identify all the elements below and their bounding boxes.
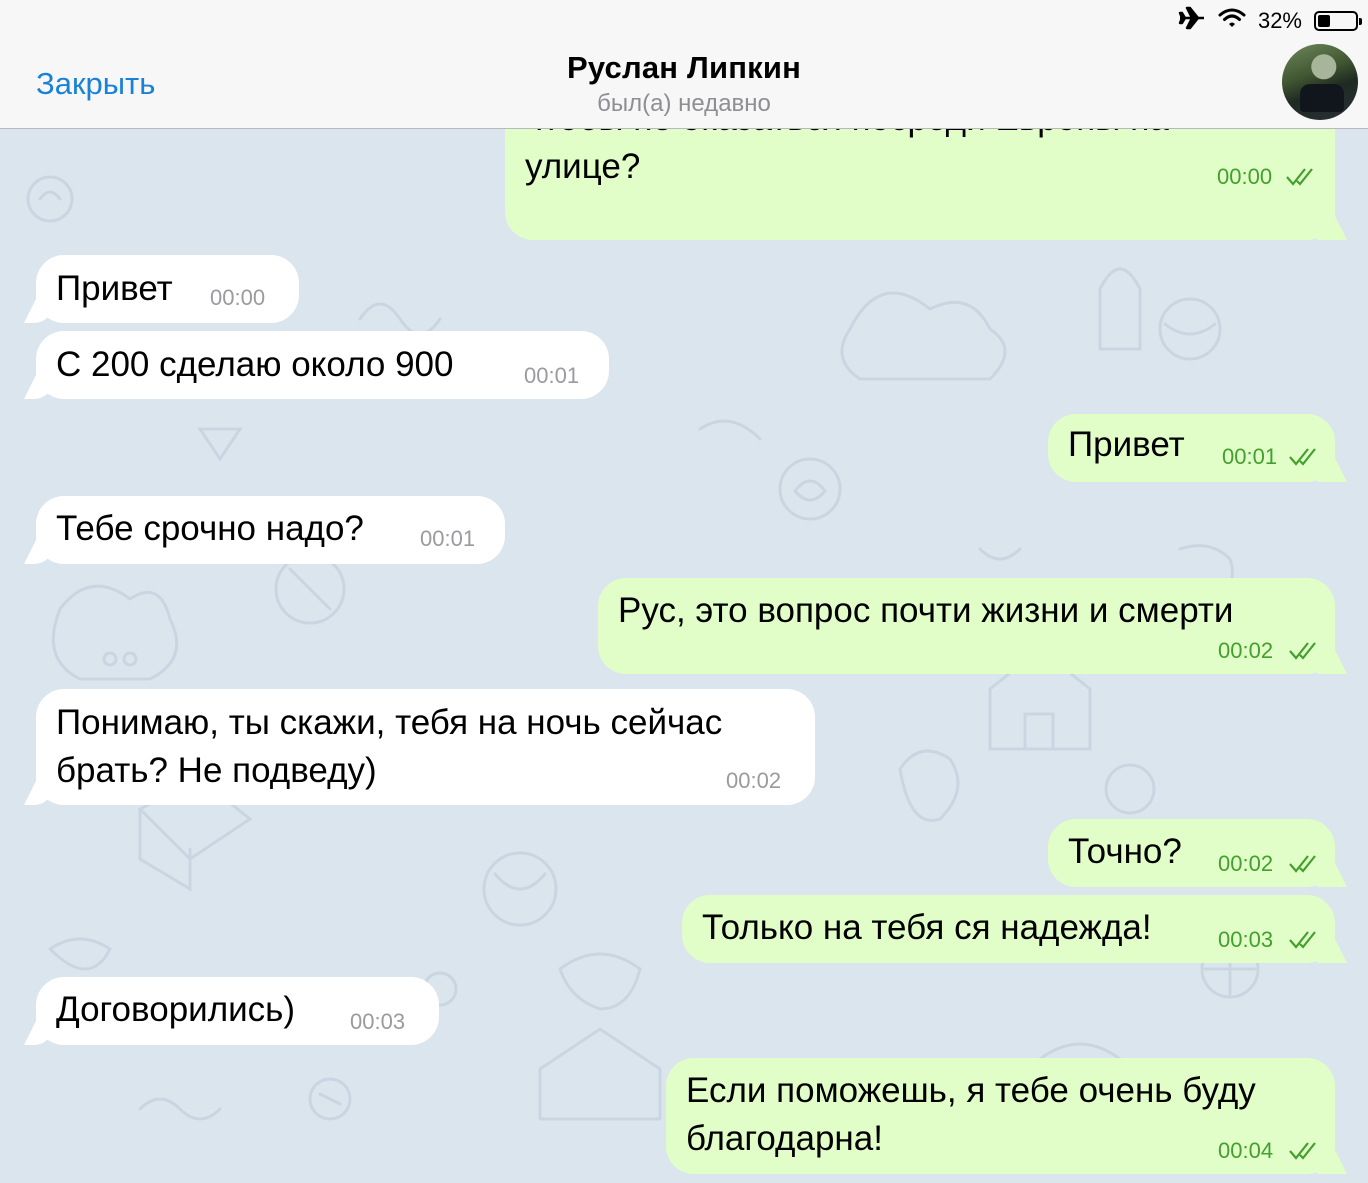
contact-name: Руслан Липкин xyxy=(566,50,802,85)
message-time: 00:00 xyxy=(210,285,266,310)
message-time: 00:01 xyxy=(524,363,580,388)
message-outgoing[interactable]: Если поможешь, я тебе очень буду благода… xyxy=(666,1058,1335,1174)
status-indicators: 32% xyxy=(1178,6,1362,36)
nav-bar: Закрыть Руслан Липкин был(а) недавно xyxy=(0,40,1368,129)
message-outgoing[interactable]: Точно? 00:02 xyxy=(1048,819,1335,887)
message-outgoing[interactable]: чтобы не оказаться посреди Европы на ули… xyxy=(505,129,1335,240)
double-check-icon xyxy=(1289,448,1316,466)
message-text: Понимаю, ты скажи, тебя на ночь сейчас xyxy=(56,703,723,742)
message-incoming[interactable]: Тебе срочно надо? 00:01 xyxy=(36,496,505,564)
message-text: благодарна! xyxy=(686,1119,883,1158)
double-check-icon xyxy=(1286,168,1313,186)
message-incoming[interactable]: Понимаю, ты скажи, тебя на ночь сейчас б… xyxy=(36,689,815,805)
battery-fill xyxy=(1318,15,1330,27)
message-text: Точно? xyxy=(1068,832,1182,871)
message-text: Привет xyxy=(56,269,173,308)
message-incoming[interactable]: Договорились) 00:03 xyxy=(36,977,439,1045)
message-time: 00:02 xyxy=(726,768,782,793)
message-time: 00:01 xyxy=(1222,444,1278,469)
message-text: Если поможешь, я тебе очень буду xyxy=(686,1071,1256,1110)
airplane-icon xyxy=(1178,6,1206,36)
message-text: Только на тебя ся надежда! xyxy=(702,908,1152,947)
chat-area[interactable]: чтобы не оказаться посреди Европы на ули… xyxy=(0,129,1368,1183)
message-text: брать? Не подведу) xyxy=(56,751,377,790)
avatar[interactable] xyxy=(1282,44,1358,120)
double-check-icon xyxy=(1289,642,1316,660)
message-time: 00:04 xyxy=(1218,1138,1274,1163)
message-time: 00:03 xyxy=(1218,927,1274,952)
contact-title-block[interactable]: Руслан Липкин был(а) недавно xyxy=(0,50,1368,118)
message-incoming[interactable]: С 200 сделаю около 900 00:01 xyxy=(36,331,609,399)
message-text: Рус, это вопрос почти жизни и смерти xyxy=(618,591,1234,630)
double-check-icon xyxy=(1289,855,1316,873)
message-time: 00:02 xyxy=(1218,638,1274,663)
battery-icon xyxy=(1314,11,1362,31)
double-check-icon xyxy=(1289,1142,1316,1160)
message-text: Привет xyxy=(1068,425,1185,464)
double-check-icon xyxy=(1289,931,1316,949)
message-time: 00:00 xyxy=(1217,164,1273,189)
wifi-icon xyxy=(1218,7,1246,35)
message-outgoing[interactable]: Рус, это вопрос почти жизни и смерти 00:… xyxy=(598,578,1335,674)
battery-percent: 32% xyxy=(1257,8,1302,33)
message-outgoing[interactable]: Только на тебя ся надежда! 00:03 xyxy=(682,895,1335,963)
contact-status: был(а) недавно xyxy=(597,90,771,117)
message-incoming[interactable]: Привет 00:00 xyxy=(36,255,299,323)
message-time: 00:01 xyxy=(420,526,476,551)
message-text: Договорились) xyxy=(56,990,296,1029)
message-time: 00:02 xyxy=(1218,851,1274,876)
message-text: Тебе срочно надо? xyxy=(56,509,364,548)
message-outgoing[interactable]: Привет 00:01 xyxy=(1048,414,1335,482)
message-time: 00:03 xyxy=(350,1009,406,1034)
message-text: улице? xyxy=(525,147,641,186)
status-bar: 32% xyxy=(0,0,1368,40)
message-text: чтобы не оказаться посреди Европы на xyxy=(525,129,1169,143)
message-text: С 200 сделаю около 900 xyxy=(56,345,454,384)
